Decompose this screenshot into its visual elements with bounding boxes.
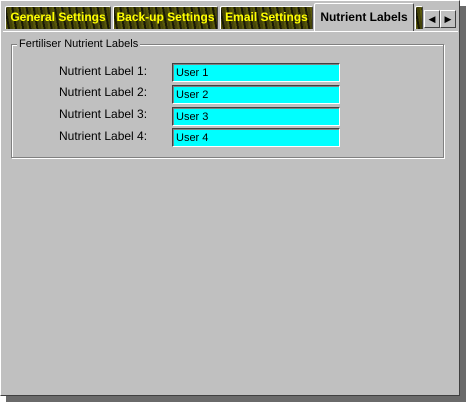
nutrient-label-3-caption: Nutrient Label 3: (59, 107, 148, 121)
window-shadow-bottom (6, 396, 466, 402)
groupbox-title: Fertiliser Nutrient Labels (17, 38, 141, 50)
nutrient-label-2-caption: Nutrient Label 2: (59, 85, 148, 99)
tab-general-settings[interactable]: General Settings (5, 6, 111, 29)
nutrient-label-3-field[interactable] (172, 107, 340, 126)
nutrient-label-4-field[interactable] (172, 128, 340, 147)
settings-window: General Settings Back-up Settings Email … (0, 0, 460, 396)
tab-nutrient-labels[interactable]: Nutrient Labels (314, 3, 414, 31)
tab-backup-settings[interactable]: Back-up Settings (113, 6, 218, 29)
nutrient-label-1-caption: Nutrient Label 1: (59, 64, 148, 78)
window-shadow-right (460, 6, 466, 402)
nutrient-label-2-field[interactable] (172, 85, 340, 104)
tab-email-settings[interactable]: Email Settings (220, 6, 313, 29)
nutrient-label-1-field[interactable] (172, 63, 340, 82)
triangle-left-icon: ◀ (428, 14, 436, 24)
tab-overflow (415, 6, 423, 29)
tab-panel-top-edge (3, 31, 458, 32)
nutrient-label-4-caption: Nutrient Label 4: (59, 129, 148, 143)
tab-strip: General Settings Back-up Settings Email … (3, 3, 458, 31)
tab-scroll-left-button[interactable]: ◀ (424, 10, 440, 28)
triangle-right-icon: ▶ (444, 14, 452, 24)
tab-scroll-right-button[interactable]: ▶ (440, 10, 456, 28)
